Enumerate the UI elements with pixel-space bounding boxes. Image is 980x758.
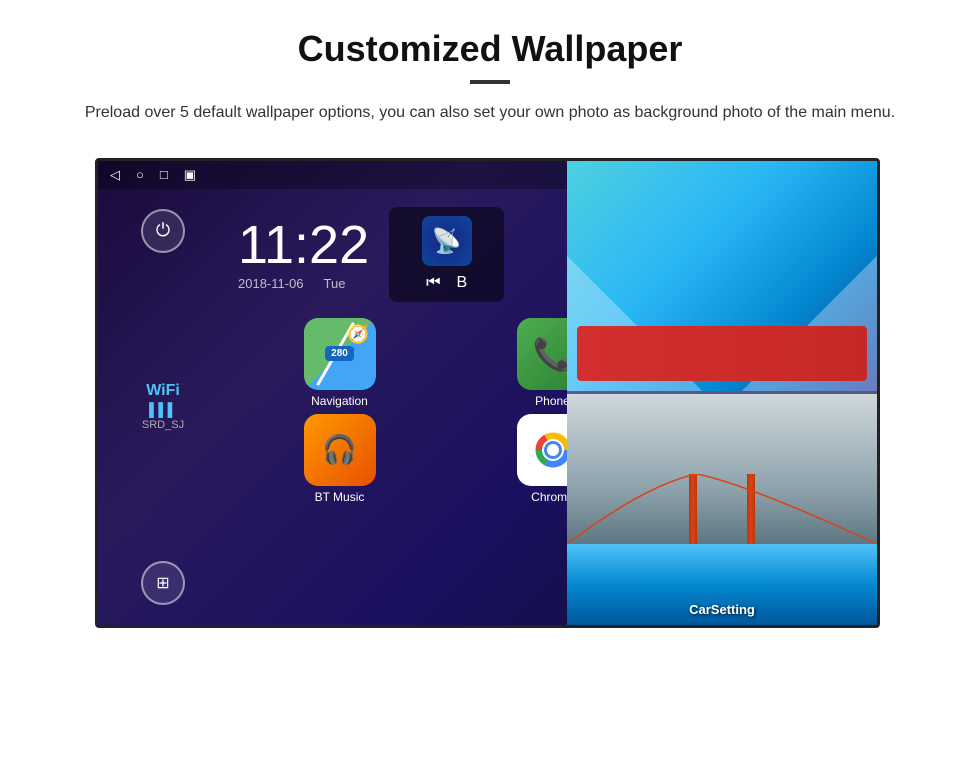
bt-music-app-label: BT Music xyxy=(315,490,365,504)
wallpaper-panels: CarSetting xyxy=(567,161,877,625)
clock-date-row: 2018-11-06 Tue xyxy=(238,276,369,291)
clock-display: 11:22 2018-11-06 Tue xyxy=(238,218,369,291)
car-image xyxy=(577,326,867,381)
list-item: 🎧 BT Music xyxy=(236,414,443,504)
skip-back-icon[interactable]: ⏮ xyxy=(426,274,440,292)
sidebar: ⏻ WiFi ▌▌▌ SRD_SJ ⊞ xyxy=(98,189,228,625)
wifi-network: SRD_SJ xyxy=(142,419,184,431)
navigation-app-icon[interactable]: 280 🧭 xyxy=(304,318,376,390)
page-header: Customized Wallpaper Preload over 5 defa… xyxy=(0,0,980,142)
device-container: ◁ ○ □ ▣ 📍 ▲ 11:22 ⏻ WiFi ▌▌▌ SR xyxy=(40,158,940,628)
screenshot-icon[interactable]: ▣ xyxy=(184,167,196,183)
list-item: 280 🧭 Navigation xyxy=(236,318,443,408)
page-title: Customized Wallpaper xyxy=(60,28,920,70)
wifi-info: WiFi ▌▌▌ SRD_SJ xyxy=(142,382,184,431)
recents-nav-icon[interactable]: □ xyxy=(160,167,168,182)
nav-shield: 280 xyxy=(325,346,354,361)
bridge-cables xyxy=(567,474,877,544)
main-area: ⏻ WiFi ▌▌▌ SRD_SJ ⊞ 11:22 xyxy=(98,189,877,625)
home-nav-icon[interactable]: ○ xyxy=(136,167,144,182)
carsetting-label: CarSetting xyxy=(567,602,877,617)
media-widget: 📡 ⏮ B xyxy=(389,207,504,302)
navigation-app-label: Navigation xyxy=(311,394,368,408)
bluetooth-media-icon: B xyxy=(456,274,467,292)
power-icon: ⏻ xyxy=(156,220,170,241)
page-subtitle: Preload over 5 default wallpaper options… xyxy=(80,100,900,126)
all-apps-button[interactable]: ⊞ xyxy=(141,561,185,605)
power-button[interactable]: ⏻ xyxy=(141,209,185,253)
phone-app-label: Phone xyxy=(535,394,570,408)
bluetooth-icon: 🎧 xyxy=(322,433,357,466)
android-screen: ◁ ○ □ ▣ 📍 ▲ 11:22 ⏻ WiFi ▌▌▌ SR xyxy=(95,158,880,628)
wallpaper-ice[interactable] xyxy=(567,161,877,392)
status-bar-left: ◁ ○ □ ▣ xyxy=(110,167,196,183)
clock-date: 2018-11-06 xyxy=(238,276,304,291)
clock-time: 11:22 xyxy=(238,218,369,272)
wifi-label: WiFi xyxy=(142,382,184,400)
nav-compass-icon: 🧭 xyxy=(347,324,369,345)
bt-music-app-icon[interactable]: 🎧 xyxy=(304,414,376,486)
title-divider xyxy=(470,80,510,84)
media-icon: 📡 xyxy=(422,216,472,266)
apps-grid-icon: ⊞ xyxy=(156,573,169,593)
back-nav-icon[interactable]: ◁ xyxy=(110,167,120,183)
wallpaper-bridge[interactable]: CarSetting xyxy=(567,394,877,625)
cast-icon: 📡 xyxy=(432,227,462,256)
media-controls: ⏮ B xyxy=(426,274,467,292)
wifi-signal: ▌▌▌ xyxy=(142,402,184,417)
clock-day: Tue xyxy=(324,276,346,291)
